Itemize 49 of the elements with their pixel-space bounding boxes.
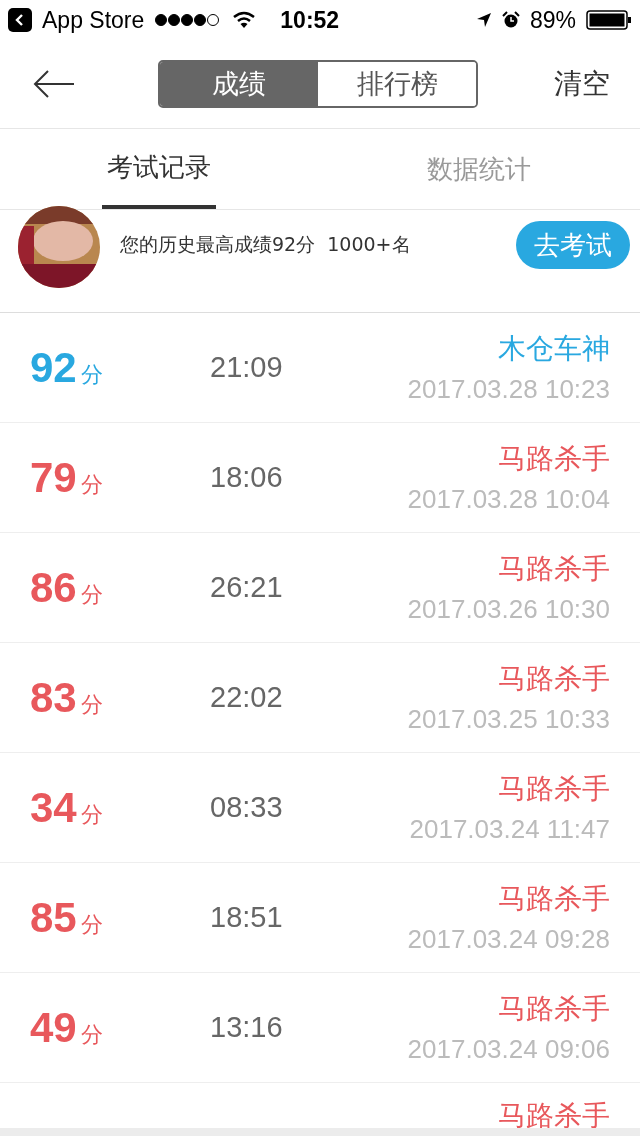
tab[interactable]: 考试记录 <box>102 129 216 209</box>
rank-title: 马路杀手 <box>498 1098 610 1134</box>
score-unit: 分 <box>80 1020 103 1049</box>
clear-button[interactable]: 清空 <box>554 65 610 103</box>
exam-duration: 08:33 <box>210 791 283 823</box>
rank-title: 马路杀手 <box>498 991 610 1027</box>
battery-icon <box>586 10 632 30</box>
exam-duration: 22:02 <box>210 681 283 713</box>
score: 85 <box>30 893 77 942</box>
location-arrow-icon <box>475 12 492 28</box>
rank-title: 马路杀手 <box>498 441 610 477</box>
exam-date: 2017.03.24 09:28 <box>407 924 610 955</box>
score-unit: 分 <box>80 690 103 719</box>
wifi-icon <box>232 11 257 29</box>
score-unit: 分 <box>80 800 103 829</box>
exam-duration: 21:09 <box>210 351 283 383</box>
alarm-clock-icon <box>501 11 520 29</box>
segment-tab[interactable]: 成绩 <box>160 62 318 106</box>
rank-title: 马路杀手 <box>498 881 610 917</box>
back-arrow-icon[interactable] <box>32 69 76 99</box>
score: 92 <box>30 343 77 392</box>
rank-title: 马路杀手 <box>498 661 610 697</box>
score: 49 <box>30 1003 77 1052</box>
back-app-label[interactable]: App Store <box>42 6 145 34</box>
score: 86 <box>30 563 77 612</box>
score-unit: 分 <box>80 910 103 939</box>
exam-duration: 18:51 <box>210 901 283 933</box>
battery-percent: 89% <box>529 6 576 34</box>
exam-date: 2017.03.28 10:23 <box>407 374 610 405</box>
back-app-icon[interactable] <box>8 8 32 32</box>
score: 34 <box>30 783 77 832</box>
rank-title: 马路杀手 <box>498 771 610 807</box>
exam-duration: 18:06 <box>210 461 283 493</box>
exam-date: 2017.03.24 09:06 <box>407 1034 610 1065</box>
score: 83 <box>30 673 77 722</box>
best-score-text: 您的历史最高成绩92分 1000+名 <box>120 232 411 257</box>
exam-date: 2017.03.26 10:30 <box>407 594 610 625</box>
exam-duration: 13:16 <box>210 1011 283 1043</box>
score-unit: 分 <box>80 360 103 389</box>
exam-date: 2017.03.25 10:33 <box>407 704 610 735</box>
exam-date: 2017.03.28 10:04 <box>407 484 610 515</box>
score-unit: 分 <box>80 470 103 499</box>
rank-title: 马路杀手 <box>498 551 610 587</box>
status-time: 10:52 <box>280 6 340 34</box>
exam-duration: 26:21 <box>210 571 283 603</box>
exam-date: 2017.03.24 11:47 <box>409 814 610 845</box>
rank-title: 木仓车神 <box>498 331 610 367</box>
score-unit: 分 <box>80 580 103 609</box>
score: 79 <box>30 453 77 502</box>
